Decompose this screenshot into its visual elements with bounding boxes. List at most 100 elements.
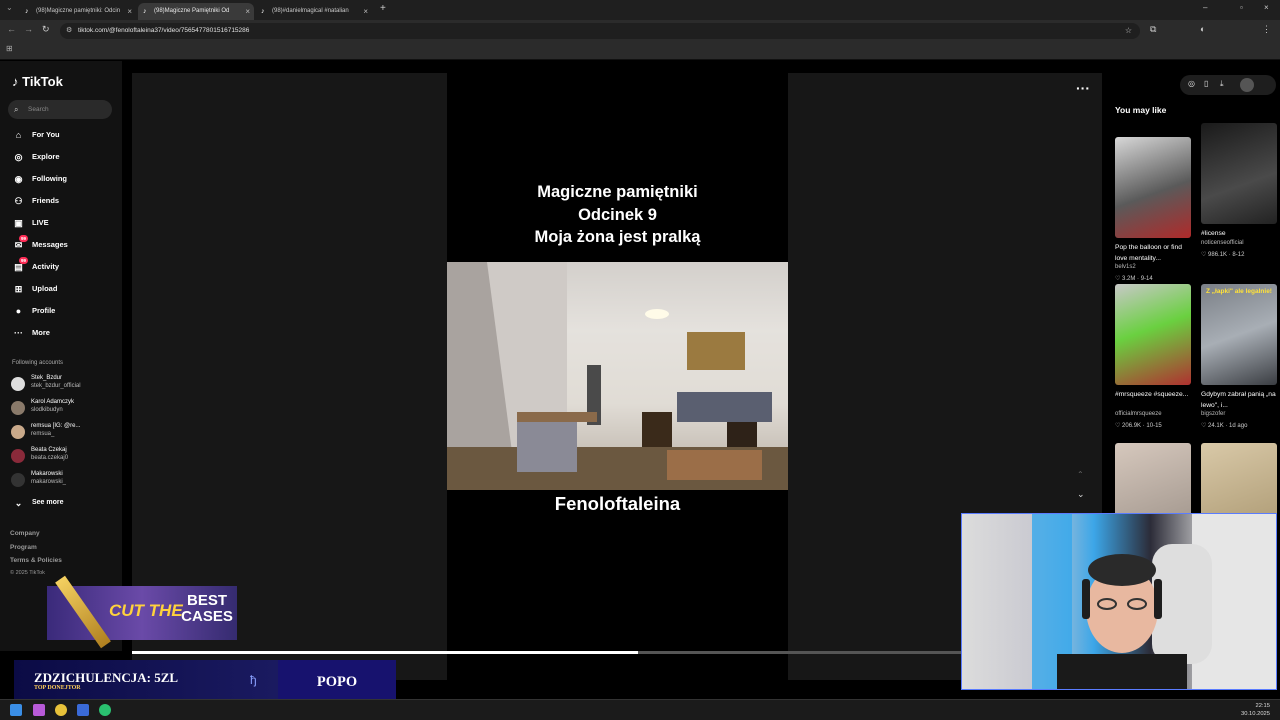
tab-label: (98)#danielmagical #natalian: [272, 8, 349, 14]
account-name: Stek_Bzdur: [31, 375, 63, 381]
user-avatar-icon[interactable]: [1240, 78, 1254, 92]
tab-label: (98)Magiczne pamiętniki: Odcin: [36, 8, 121, 14]
video-caption-text: Fenoloftaleina: [554, 493, 681, 514]
recommendations-panel: ◎ ▯ ⤓ You may like Pop the balloon or fi…: [1103, 73, 1280, 518]
previous-video-icon[interactable]: ⌃: [1077, 470, 1084, 479]
promo-text: BEST CASES: [181, 592, 233, 625]
video-player[interactable]: Magiczne pamiętniki Odcinek 9 Moja żona …: [447, 73, 788, 680]
card-user: officialmrsqueeze: [1115, 411, 1162, 417]
browser-tab-3[interactable]: ♪ (98)#danielmagical #natalian ×: [256, 3, 372, 20]
url-field[interactable]: ⚙ tiktok.com/@fenoloftaleina37/video/756…: [60, 23, 1140, 39]
nav-label: More: [32, 328, 50, 337]
tiktok-favicon-icon: ♪: [261, 8, 265, 15]
close-tab-icon[interactable]: ×: [363, 3, 368, 20]
recommended-video-card[interactable]: [1201, 443, 1277, 513]
browser-tab-2[interactable]: ♪ (98)Magiczne Pamiętniki Od ×: [138, 3, 254, 20]
video-progress-fill: [132, 651, 638, 654]
app-icon[interactable]: [99, 704, 111, 716]
card-title: Gdybym zabrał panią „na lewo", i...: [1201, 391, 1276, 409]
video-title-line: Odcinek 9: [578, 205, 657, 224]
more-dots-icon: ···: [14, 328, 23, 338]
compass-icon[interactable]: ◎: [1188, 79, 1195, 88]
nav-for-you[interactable]: ⌂ For You: [10, 128, 60, 142]
avatar: [11, 473, 25, 487]
minimize-icon[interactable]: –: [1203, 3, 1207, 12]
nav-more[interactable]: ··· More: [10, 326, 50, 340]
nav-following[interactable]: ◉ Following: [10, 172, 67, 186]
nav-explore[interactable]: ◎ Explore: [10, 150, 60, 164]
close-window-icon[interactable]: ×: [1264, 3, 1269, 12]
account-handle: slodkibudyn: [31, 407, 63, 413]
app-icon[interactable]: [33, 704, 45, 716]
streamer-webcam-image: [1032, 514, 1276, 689]
nav-label: Upload: [32, 284, 58, 293]
tiktok-logo[interactable]: ♪ TikTok: [12, 74, 63, 89]
browser-tab-1[interactable]: ♪ (98)Magiczne pamiętniki: Odcin ×: [20, 3, 136, 20]
phone-icon[interactable]: ▯: [1204, 79, 1208, 88]
tab-search-icon[interactable]: ⌄: [6, 3, 13, 12]
nav-live[interactable]: ▣ LIVE: [10, 216, 48, 230]
chrome-icon[interactable]: [55, 704, 67, 716]
download-icon[interactable]: ⤓: [1220, 79, 1224, 89]
app-icon[interactable]: [77, 704, 89, 716]
nav-label: Following: [32, 174, 67, 183]
see-more-label: See more: [32, 499, 64, 506]
nav-label: Explore: [32, 152, 60, 161]
nav-friends[interactable]: ⚇ Friends: [10, 194, 59, 208]
extensions-icon[interactable]: ⧉: [1150, 24, 1156, 35]
nav-label: Messages: [32, 240, 68, 249]
card-user: noticenseofficial: [1201, 240, 1244, 246]
close-tab-icon[interactable]: ×: [127, 3, 132, 20]
video-thumbnail: [1201, 123, 1277, 224]
avatar: [11, 401, 25, 415]
logo-text: TikTok: [22, 74, 63, 89]
new-tab-icon[interactable]: +: [380, 3, 386, 14]
account-name: Beata Czekaj: [31, 447, 67, 453]
apps-grid-icon[interactable]: ⊞: [6, 44, 13, 53]
site-info-icon[interactable]: ⚙: [66, 23, 72, 39]
recommended-video-card[interactable]: [1115, 443, 1191, 513]
nav-messages[interactable]: ✉ 99 Messages: [10, 235, 68, 252]
tiktok-sidebar: ♪ TikTok ⌕ Search ⌂ For You ◎ Explore ◉ Fol…: [0, 61, 122, 651]
more-options-icon[interactable]: ···: [1076, 80, 1090, 96]
home-icon: ⌂: [15, 130, 22, 140]
account-name: Karol Adamczyk: [31, 399, 75, 405]
start-icon[interactable]: [10, 704, 22, 716]
back-icon[interactable]: ←: [7, 24, 16, 34]
thumbnail-overlay-text: Z „łapki" ale legalnie!: [1206, 288, 1272, 295]
system-clock[interactable]: 22:15 30.10.2025: [1241, 702, 1270, 718]
activity-badge: 99: [19, 257, 29, 264]
next-video-icon[interactable]: ⌄: [1077, 489, 1085, 500]
forward-icon[interactable]: →: [24, 24, 33, 34]
menu-dots-icon[interactable]: ⋮: [1262, 24, 1271, 35]
avatar: [11, 425, 25, 439]
compass-icon: ◎: [14, 152, 23, 162]
nav-activity[interactable]: ▤ 99 Activity: [10, 257, 59, 274]
video-thumbnail: [1115, 284, 1191, 385]
nav-profile[interactable]: ● Profile: [10, 304, 56, 318]
card-stats: ♡ 986.1K · 8-12: [1201, 252, 1245, 258]
card-stats: ♡ 3.2M · 9-14: [1115, 276, 1153, 282]
nav-upload[interactable]: ⊞ Upload: [10, 282, 58, 296]
see-more-button[interactable]: ⌄ See more: [10, 496, 64, 510]
video-progress-bar[interactable]: [132, 651, 961, 654]
footer-program-link[interactable]: Program: [10, 544, 37, 551]
reload-icon[interactable]: ↻: [42, 24, 50, 35]
footer-terms-link[interactable]: Terms & Policies: [10, 557, 62, 564]
video-thumbnail: [1115, 443, 1191, 513]
bookmark-star-icon[interactable]: ☆: [1125, 23, 1132, 39]
browser-tab-bar: ⌄ ♪ (98)Magiczne pamiętniki: Odcin × ♪ (…: [0, 0, 1280, 20]
live-icon: ▣: [14, 218, 23, 228]
profile-icon[interactable]: ◐: [1200, 24, 1205, 34]
footer-company-link[interactable]: Company: [10, 530, 40, 537]
video-thumbnail: [1201, 443, 1277, 513]
tiktok-logo-icon: ♪: [12, 74, 19, 89]
bookmarks-bar: ⊞: [0, 42, 1280, 60]
tiktok-favicon-icon: ♪: [143, 8, 147, 15]
search-input[interactable]: ⌕ Search: [8, 100, 112, 119]
upload-icon: ⊞: [14, 284, 23, 294]
nav-label: Profile: [32, 306, 56, 315]
maximize-icon[interactable]: ▫: [1240, 3, 1243, 12]
promo-banner: CUT THE BEST CASES: [47, 575, 237, 649]
close-tab-icon[interactable]: ×: [245, 3, 250, 20]
